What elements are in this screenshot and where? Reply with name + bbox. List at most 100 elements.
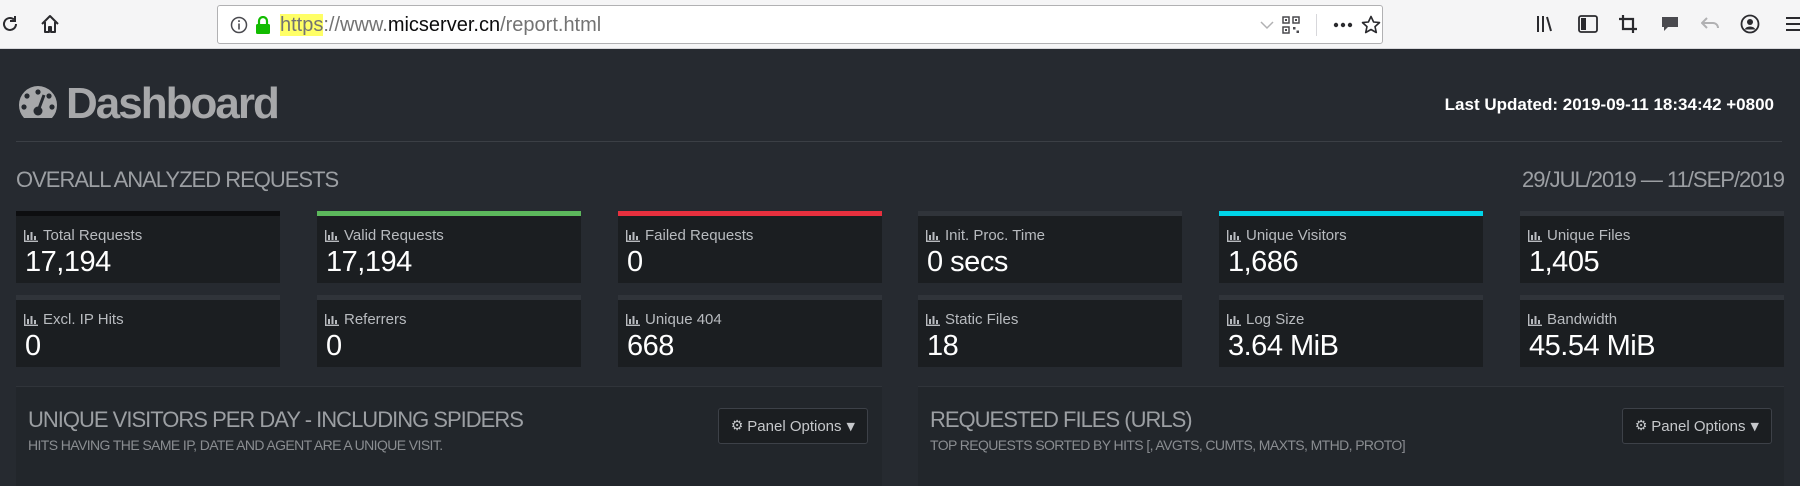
bar-chart-icon	[1528, 229, 1542, 242]
bookmark-star-icon[interactable]	[1358, 12, 1384, 38]
stat-card-accent	[918, 295, 1182, 300]
caret-down-icon: ▼	[1750, 419, 1759, 433]
header-divider	[16, 141, 1782, 142]
panel-title: UNIQUE VISITORS PER DAY - INCLUDING SPID…	[28, 407, 524, 432]
url-text[interactable]: https://www.micserver.cn/report.html	[280, 14, 601, 37]
stat-card-accent	[16, 295, 280, 300]
stat-card-label-text: Init. Proc. Time	[945, 227, 1046, 244]
dashboard-gauge-icon	[18, 86, 58, 118]
stat-card-value: 18	[927, 330, 959, 362]
menu-icon[interactable]	[1778, 8, 1800, 40]
stat-card-value: 0	[627, 246, 643, 278]
bar-chart-icon	[1227, 313, 1241, 326]
stat-card-label-text: Bandwidth	[1547, 311, 1618, 328]
stat-card: Bandwidth 45.54 MiB	[1520, 295, 1784, 367]
stat-card-label-text: Unique Visitors	[1246, 227, 1347, 244]
stat-card-label-text: Failed Requests	[645, 227, 754, 244]
stat-card-accent	[918, 211, 1182, 216]
stat-card-label-text: Total Requests	[43, 227, 143, 244]
caret-down-icon: ▼	[846, 419, 855, 433]
stat-card-label: Log Size	[1227, 311, 1304, 328]
panel-options-button[interactable]: ⚙ Panel Options ▼	[1621, 408, 1772, 444]
stat-card-label: Total Requests	[24, 227, 142, 244]
url-www: www.	[340, 14, 388, 36]
stat-card-value: 17,194	[326, 246, 412, 278]
stat-card-accent	[1219, 211, 1483, 216]
stat-card-label: Unique 404	[626, 311, 722, 328]
stat-card: Referrers 0	[317, 295, 581, 367]
library-icon[interactable]	[1530, 8, 1562, 40]
undo-arrow-icon[interactable]	[1694, 8, 1726, 40]
stat-card-value: 0 secs	[927, 246, 1008, 278]
stat-card: Excl. IP Hits 0	[16, 295, 280, 367]
stat-card-label-text: Excl. IP Hits	[43, 311, 124, 328]
stat-card-value: 0	[25, 330, 41, 362]
stat-card-label-text: Unique Files	[1547, 227, 1631, 244]
last-updated: Last Updated: 2019-09-11 18:34:42 +0800	[1444, 95, 1774, 114]
stat-card-accent	[618, 295, 882, 300]
report-page: Dashboard Last Updated: 2019-09-11 18:34…	[0, 49, 1800, 486]
stat-card-label: Failed Requests	[626, 227, 753, 244]
screenshot-crop-icon[interactable]	[1612, 8, 1644, 40]
page-title-text: Dashboard	[66, 79, 280, 128]
stat-card-accent	[1219, 295, 1483, 300]
stat-card-label: Unique Visitors	[1227, 227, 1347, 244]
stat-card-label: Unique Files	[1528, 227, 1630, 244]
stat-card-value: 1,686	[1228, 246, 1299, 278]
stat-card-accent	[317, 211, 581, 216]
lock-icon[interactable]	[250, 12, 276, 38]
bar-chart-icon	[1227, 229, 1241, 242]
stat-card-label: Bandwidth	[1528, 311, 1617, 328]
stat-card-value: 17,194	[25, 246, 111, 278]
stat-card-accent	[317, 295, 581, 300]
panel-options-label: Panel Options	[1651, 417, 1746, 435]
stat-card-label: Referrers	[325, 311, 407, 328]
chat-bubble-icon[interactable]	[1654, 8, 1686, 40]
stat-card-label-text: Unique 404	[645, 311, 722, 328]
stat-card-value: 0	[326, 330, 342, 362]
requested-files-panel: REQUESTED FILES (URLS) TOP REQUESTS SORT…	[918, 386, 1784, 486]
stat-card-label-text: Valid Requests	[344, 227, 444, 244]
bar-chart-icon	[325, 229, 339, 242]
reload-icon[interactable]	[0, 8, 26, 40]
bar-chart-icon	[24, 313, 38, 326]
stat-card: Static Files 18	[918, 295, 1182, 367]
panel-options-label: Panel Options	[747, 417, 842, 435]
home-icon[interactable]	[34, 8, 66, 40]
panel-options-button[interactable]: ⚙ Panel Options ▼	[717, 408, 868, 444]
browser-toolbar: https://www.micserver.cn/report.html	[0, 0, 1800, 49]
chevron-down-icon[interactable]	[1254, 12, 1280, 38]
stat-card-label-text: Log Size	[1246, 311, 1305, 328]
stat-card: Log Size 3.64 MiB	[1219, 295, 1483, 367]
stat-card-accent	[1520, 211, 1784, 216]
url-host: micserver.cn	[387, 14, 501, 36]
url-separator: ://	[323, 14, 341, 36]
qr-code-icon[interactable]	[1278, 12, 1304, 38]
bar-chart-icon	[626, 313, 640, 326]
stat-card-label: Excl. IP Hits	[24, 311, 124, 328]
gear-icon: ⚙	[730, 418, 744, 434]
sidebar-icon[interactable]	[1572, 8, 1604, 40]
stat-card: Total Requests 17,194	[16, 211, 280, 283]
bar-chart-icon	[926, 229, 940, 242]
stat-card-label-text: Referrers	[344, 311, 407, 328]
bar-chart-icon	[325, 313, 339, 326]
page-title: Dashboard	[16, 79, 280, 129]
bar-chart-icon	[24, 229, 38, 242]
url-protocol: https	[280, 14, 324, 36]
stat-card-value: 1,405	[1529, 246, 1600, 278]
page-actions-icon[interactable]	[1330, 12, 1356, 38]
bar-chart-icon	[1528, 313, 1542, 326]
gear-icon: ⚙	[1634, 418, 1648, 434]
panel-title: REQUESTED FILES (URLS)	[930, 407, 1193, 432]
url-path: /report.html	[500, 14, 602, 36]
account-icon[interactable]	[1734, 8, 1766, 40]
stat-card-label: Init. Proc. Time	[926, 227, 1045, 244]
address-bar[interactable]: https://www.micserver.cn/report.html	[217, 5, 1383, 44]
overall-section-title: OVERALL ANALYZED REQUESTS	[16, 167, 339, 192]
stat-card-value: 3.64 MiB	[1228, 330, 1339, 362]
info-icon[interactable]	[226, 12, 252, 38]
stat-card-label: Static Files	[926, 311, 1018, 328]
stat-card: Valid Requests 17,194	[317, 211, 581, 283]
bar-chart-icon	[926, 313, 940, 326]
